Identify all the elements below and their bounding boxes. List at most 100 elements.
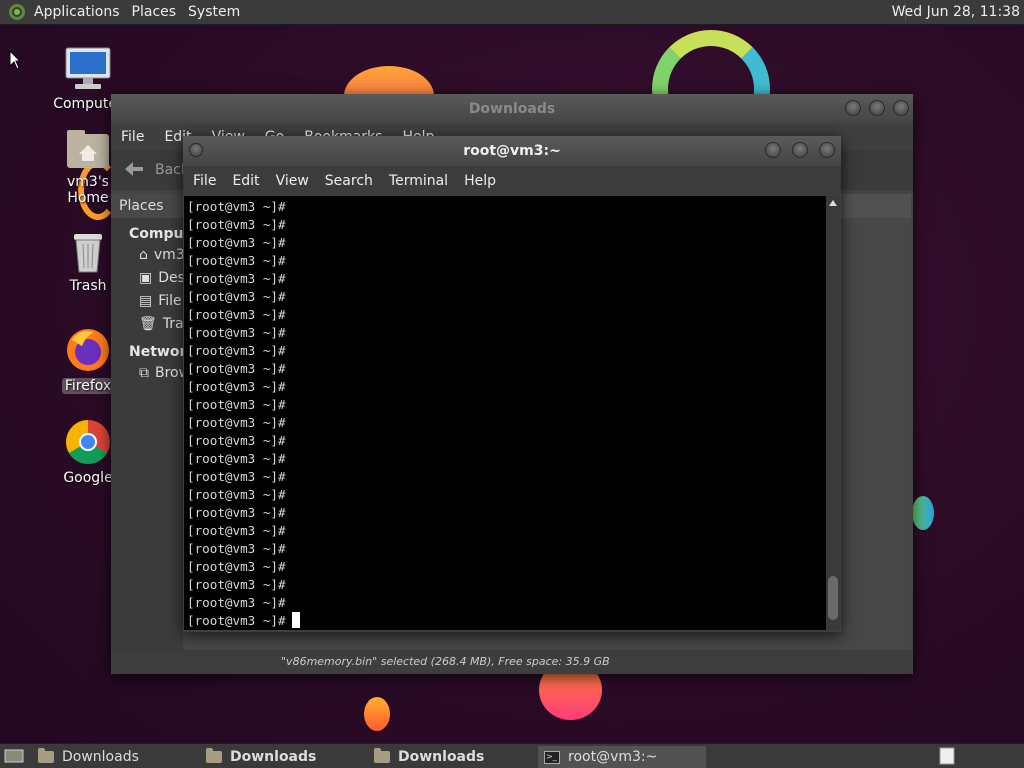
desktop-icon-label: Trash: [69, 278, 107, 294]
menu-edit[interactable]: Edit: [226, 173, 265, 189]
sidebar-item-trash[interactable]: 🗑 Trash: [111, 313, 200, 336]
terminal-line: [root@vm3 ~]#: [187, 198, 826, 216]
terminal-line: [root@vm3 ~]#: [187, 504, 826, 522]
minimize-button[interactable]: [765, 142, 781, 158]
taskbar-item-downloads[interactable]: Downloads: [200, 746, 368, 768]
desktop-icon-label: Google: [63, 470, 113, 486]
terminal-prompt: [root@vm3 ~]#: [187, 379, 286, 394]
places-menu[interactable]: Places: [126, 4, 183, 20]
minimize-button[interactable]: [845, 100, 861, 116]
desktop-icon: ▣: [139, 270, 153, 286]
menu-terminal[interactable]: Terminal: [383, 173, 454, 189]
terminal-line: [root@vm3 ~]#: [187, 414, 826, 432]
chrome-icon: [64, 420, 112, 470]
terminal-prompt: [root@vm3 ~]#: [187, 235, 286, 250]
status-bar: "v86memory.bin" selected (268.4 MB), Fre…: [111, 650, 913, 674]
close-button[interactable]: [819, 142, 835, 158]
workspace-switcher-icon[interactable]: [938, 747, 956, 768]
terminal-cursor: [291, 612, 300, 628]
terminal-prompt: [root@vm3 ~]#: [187, 199, 286, 214]
system-menu[interactable]: System: [182, 4, 246, 20]
taskbar-item-terminal[interactable]: >_ root@vm3:~: [538, 746, 706, 768]
terminal-line: [root@vm3 ~]#: [187, 342, 826, 360]
sidebar-item-filesystem[interactable]: ▤File System: [111, 290, 238, 313]
window-title: Downloads: [468, 101, 556, 117]
home-icon: ⌂: [139, 247, 148, 263]
taskbar-item-label: Downloads: [62, 749, 139, 765]
close-button[interactable]: [893, 100, 909, 116]
taskbar-item-downloads[interactable]: Downloads: [368, 746, 536, 768]
menu-file[interactable]: File: [111, 129, 154, 145]
wallpaper-blob: [912, 496, 934, 530]
scroll-up-icon[interactable]: [829, 200, 837, 206]
file-manager-titlebar[interactable]: Downloads: [111, 94, 913, 124]
back-arrow-icon[interactable]: [123, 160, 145, 182]
window-menu-button[interactable]: [189, 143, 203, 157]
terminal-window: root@vm3:~ File Edit View Search Termina…: [183, 136, 841, 632]
terminal-menubar: File Edit View Search Terminal Help: [183, 166, 841, 196]
places-sidebar: Places Computer ⌂ vm3 ▣Desktop ▤File Syst…: [111, 194, 269, 650]
terminal-prompt: [root@vm3 ~]#: [187, 469, 286, 484]
home-folder-icon: [65, 130, 111, 174]
sidebar-section-computer: Computer: [129, 226, 207, 242]
terminal-titlebar[interactable]: root@vm3:~: [183, 136, 841, 166]
taskbar-item-downloads[interactable]: Downloads: [32, 746, 200, 768]
terminal-prompt: [root@vm3 ~]#: [187, 307, 286, 322]
trash-icon: [68, 234, 108, 278]
mate-logo-icon[interactable]: [6, 1, 28, 23]
terminal-line: [root@vm3 ~]#: [187, 450, 826, 468]
terminal-line: [root@vm3 ~]#: [187, 468, 826, 486]
terminal-line: [root@vm3 ~]#: [187, 432, 826, 450]
folder-icon: [374, 748, 390, 763]
terminal-scrollbar[interactable]: [826, 196, 840, 630]
maximize-button[interactable]: [869, 100, 885, 116]
menu-file[interactable]: File: [187, 173, 222, 189]
sidebar-item-desktop[interactable]: ▣Desktop: [111, 267, 216, 290]
sidebar-item-browse-network[interactable]: ⧉Browse Network: [111, 362, 269, 385]
menu-help[interactable]: Help: [458, 173, 502, 189]
terminal-line: [root@vm3 ~]#: [187, 288, 826, 306]
sidebar-item-home[interactable]: ⌂ vm3: [111, 244, 185, 267]
maximize-button[interactable]: [792, 142, 808, 158]
scrollbar-thumb[interactable]: [828, 576, 838, 620]
terminal-line: [root@vm3 ~]#: [187, 270, 826, 288]
terminal-prompt: [root@vm3 ~]#: [187, 217, 286, 232]
terminal-line: [root@vm3 ~]#: [187, 252, 826, 270]
terminal-prompt: [root@vm3 ~]#: [187, 433, 286, 448]
menu-view[interactable]: View: [270, 173, 315, 189]
terminal-icon: >_: [544, 750, 560, 764]
terminal-line: [root@vm3 ~]#: [187, 486, 826, 504]
terminal-line: [root@vm3 ~]#: [187, 576, 826, 594]
terminal-line: [root@vm3 ~]#: [187, 234, 826, 252]
taskbar-item-label: Downloads: [398, 749, 485, 765]
sidebar-section-network: Network: [129, 344, 196, 360]
desktop-icon-label: Firefox: [61, 378, 115, 394]
clock[interactable]: Wed Jun 28, 11:38: [892, 4, 1020, 20]
menu-search[interactable]: Search: [319, 173, 379, 189]
terminal-prompt: [root@vm3 ~]#: [187, 577, 286, 592]
terminal-prompt: [root@vm3 ~]#: [187, 523, 286, 538]
terminal-prompt: [root@vm3 ~]#: [187, 487, 286, 502]
folder-icon: [38, 748, 54, 763]
firefox-icon: [64, 329, 112, 378]
mouse-pointer-icon: [9, 49, 22, 74]
network-icon: ⧉: [139, 365, 149, 381]
terminal-line: [root@vm3 ~]#: [187, 558, 826, 576]
trash-icon: 🗑: [139, 316, 157, 332]
terminal-line: [root@vm3 ~]#: [187, 360, 826, 378]
terminal-prompt: [root@vm3 ~]#: [187, 451, 286, 466]
terminal-line: [root@vm3 ~]#: [187, 324, 826, 342]
terminal-line: [root@vm3 ~]#: [187, 378, 826, 396]
taskbar-item-label: Downloads: [230, 749, 317, 765]
terminal-prompt: [root@vm3 ~]#: [187, 397, 286, 412]
terminal-prompt: [root@vm3 ~]#: [187, 505, 286, 520]
applications-menu[interactable]: Applications: [28, 4, 126, 20]
terminal-prompt: [root@vm3 ~]#: [187, 415, 286, 430]
terminal-prompt: [root@vm3 ~]#: [187, 361, 286, 376]
terminal-prompt: [root@vm3 ~]#: [187, 559, 286, 574]
terminal-output[interactable]: [root@vm3 ~]# [root@vm3 ~]# [root@vm3 ~]# […: [184, 196, 826, 630]
sidebar-header[interactable]: Places: [111, 194, 183, 218]
terminal-line: [root@vm3 ~]#: [187, 216, 826, 234]
terminal-line: [root@vm3 ~]#: [187, 306, 826, 324]
show-desktop-icon[interactable]: [4, 748, 24, 768]
